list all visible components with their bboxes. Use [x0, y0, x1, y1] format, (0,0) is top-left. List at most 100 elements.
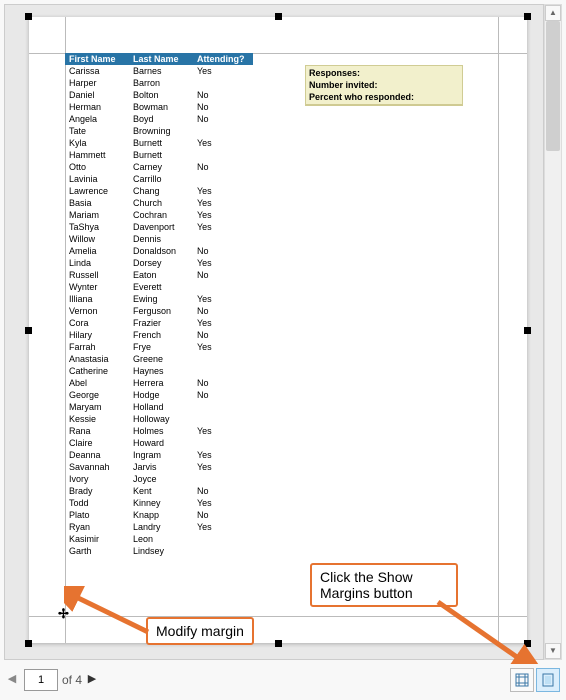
cell-attending: Yes — [193, 185, 253, 197]
cell-last-name: Eaton — [129, 269, 193, 281]
cell-attending — [193, 545, 253, 557]
cell-last-name: Greene — [129, 353, 193, 365]
cell-last-name: Lindsey — [129, 545, 193, 557]
cell-first-name: Mariam — [65, 209, 129, 221]
move-cursor-icon: ✢ — [58, 611, 69, 617]
cell-attending: Yes — [193, 137, 253, 149]
cell-attending: Yes — [193, 317, 253, 329]
cell-last-name: Boyd — [129, 113, 193, 125]
summary-percent: Percent who responded: — [309, 91, 459, 103]
table-row: LindaDorseyYes — [65, 257, 253, 269]
cell-last-name: Joyce — [129, 473, 193, 485]
cell-last-name: Cochran — [129, 209, 193, 221]
cell-first-name: George — [65, 389, 129, 401]
cell-first-name: Hammett — [65, 149, 129, 161]
cell-first-name: Lawrence — [65, 185, 129, 197]
cell-first-name: Savannah — [65, 461, 129, 473]
cell-first-name: Otto — [65, 161, 129, 173]
page-handle-bc[interactable] — [275, 640, 282, 647]
cell-attending: No — [193, 485, 253, 497]
cell-first-name: Amelia — [65, 245, 129, 257]
cell-first-name: TaShya — [65, 221, 129, 233]
cell-last-name: Barron — [129, 77, 193, 89]
table-row: IllianaEwingYes — [65, 293, 253, 305]
page-handle-tr[interactable] — [524, 13, 531, 20]
prev-page-button[interactable]: ◀ — [4, 670, 20, 690]
table-row: BasiaChurchYes — [65, 197, 253, 209]
table-row: CatherineHaynes — [65, 365, 253, 377]
cell-attending: No — [193, 89, 253, 101]
page-handle-tl[interactable] — [25, 13, 32, 20]
cell-first-name: Plato — [65, 509, 129, 521]
table-row: TateBrowning — [65, 125, 253, 137]
next-page-button[interactable]: ▶ — [84, 670, 100, 690]
page-handle-ml[interactable] — [25, 327, 32, 334]
page-number-input[interactable] — [24, 669, 58, 691]
cell-first-name: Rana — [65, 425, 129, 437]
table-row: AmeliaDonaldsonNo — [65, 245, 253, 257]
page-handle-br[interactable] — [524, 640, 531, 647]
cell-first-name: Basia — [65, 197, 129, 209]
table-row: FarrahFryeYes — [65, 341, 253, 353]
cell-attending — [193, 437, 253, 449]
cell-last-name: Burnett — [129, 137, 193, 149]
cell-first-name: Carissa — [65, 65, 129, 77]
table-row: KessieHolloway — [65, 413, 253, 425]
page-handle-mr[interactable] — [524, 327, 531, 334]
cell-last-name: Howard — [129, 437, 193, 449]
table-row: RyanLandryYes — [65, 521, 253, 533]
cell-last-name: Frye — [129, 341, 193, 353]
cell-attending: No — [193, 305, 253, 317]
cell-last-name: Dorsey — [129, 257, 193, 269]
cell-attending: Yes — [193, 521, 253, 533]
cell-attending: No — [193, 269, 253, 281]
callout-modify-text: Modify margin — [156, 623, 244, 639]
table-row: RanaHolmesYes — [65, 425, 253, 437]
cell-first-name: Harper — [65, 77, 129, 89]
vertical-scrollbar[interactable]: ▲ ▼ — [544, 4, 562, 660]
cell-first-name: Russell — [65, 269, 129, 281]
scroll-up-button[interactable]: ▲ — [545, 5, 561, 21]
table-row: OttoCarneyNo — [65, 161, 253, 173]
scroll-thumb[interactable] — [546, 21, 560, 151]
cell-last-name: Jarvis — [129, 461, 193, 473]
page-content: First Name Last Name Attending? CarissaB… — [65, 53, 499, 617]
cell-attending: No — [193, 161, 253, 173]
cell-attending — [193, 401, 253, 413]
cell-first-name: Claire — [65, 437, 129, 449]
show-margins-button[interactable] — [510, 668, 534, 692]
cell-last-name: Hodge — [129, 389, 193, 401]
cell-attending — [193, 77, 253, 89]
cell-first-name: Tate — [65, 125, 129, 137]
table-row: TaShyaDavenportYes — [65, 221, 253, 233]
table-row: DanielBoltonNo — [65, 89, 253, 101]
table-row: BradyKentNo — [65, 485, 253, 497]
cell-first-name: Hilary — [65, 329, 129, 341]
cell-last-name: Burnett — [129, 149, 193, 161]
cell-last-name: Kinney — [129, 497, 193, 509]
table-row: IvoryJoyce — [65, 473, 253, 485]
cell-last-name: Browning — [129, 125, 193, 137]
scroll-down-button[interactable]: ▼ — [545, 643, 561, 659]
page-handle-tc[interactable] — [275, 13, 282, 20]
zoom-to-page-button[interactable] — [536, 668, 560, 692]
cell-first-name: Wynter — [65, 281, 129, 293]
cell-first-name: Todd — [65, 497, 129, 509]
cell-last-name: Carrillo — [129, 173, 193, 185]
view-buttons — [510, 668, 560, 692]
cell-attending: No — [193, 377, 253, 389]
table-row: LawrenceChangYes — [65, 185, 253, 197]
table-row: HammettBurnett — [65, 149, 253, 161]
table-row: VernonFergusonNo — [65, 305, 253, 317]
th-attending: Attending? — [193, 53, 253, 65]
cell-first-name: Anastasia — [65, 353, 129, 365]
cell-last-name: Bowman — [129, 101, 193, 113]
cell-first-name: Linda — [65, 257, 129, 269]
cell-last-name: Haynes — [129, 365, 193, 377]
page-handle-bl[interactable] — [25, 640, 32, 647]
guests-table: First Name Last Name Attending? CarissaB… — [65, 53, 253, 557]
table-row: WynterEverett — [65, 281, 253, 293]
callout-show-margins: Click the Show Margins button — [310, 563, 458, 607]
cell-last-name: Kent — [129, 485, 193, 497]
cell-last-name: French — [129, 329, 193, 341]
